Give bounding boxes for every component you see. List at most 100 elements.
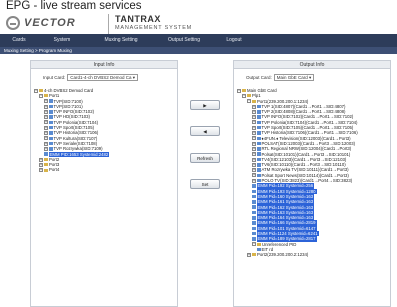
nav-logout[interactable]: Logout xyxy=(212,34,256,47)
service-icon xyxy=(257,110,261,114)
input-card-select-value: Card1-4-ch DVBS2 Demod Ca xyxy=(70,75,132,80)
app-header: VECTOR TANTRAX MANAGEMENT SYSTEM xyxy=(0,14,397,34)
service-icon xyxy=(252,205,256,209)
brand-title: TANTRAX xyxy=(115,14,161,24)
expand-icon[interactable]: + xyxy=(44,104,48,109)
breadcrumb: Muxing Setting > Program Muxing xyxy=(0,47,397,54)
brand-subtitle: MANAGEMENT SYSTEM xyxy=(115,25,193,31)
expand-icon[interactable]: + xyxy=(39,168,43,173)
main-nav: Cards System Muxing Setting Output Setti… xyxy=(0,34,397,47)
logo-icon xyxy=(6,16,20,30)
service-icon xyxy=(257,147,261,151)
expand-icon[interactable]: + xyxy=(252,115,256,120)
expand-icon[interactable]: + xyxy=(44,109,48,114)
nav-output-setting[interactable]: Output Setting xyxy=(156,34,212,47)
service-icon xyxy=(252,184,256,188)
tree-node[interactable]: + Port4 xyxy=(34,167,109,172)
input-panel-title: Input Info xyxy=(31,61,177,69)
expand-icon[interactable]: + xyxy=(39,157,43,162)
expand-icon[interactable]: + xyxy=(252,120,256,125)
expand-icon[interactable]: + xyxy=(252,178,256,183)
collapse-icon[interactable]: − xyxy=(247,99,251,104)
expand-icon[interactable]: + xyxy=(252,162,256,167)
expand-icon[interactable]: + xyxy=(44,131,48,136)
expand-icon[interactable]: + xyxy=(44,146,48,151)
page-caption: EPG - live stream services xyxy=(6,0,142,12)
expand-icon[interactable]: + xyxy=(44,120,48,125)
collapse-icon[interactable]: − xyxy=(34,88,38,93)
output-tree: − Main GbE Card − Plp1− Port1(239.200.200.1:… xyxy=(237,88,358,258)
expand-icon[interactable]: + xyxy=(44,141,48,146)
expand-icon[interactable]: + xyxy=(44,115,48,120)
refresh-button[interactable]: Refresh xyxy=(190,153,220,163)
service-icon xyxy=(257,125,261,130)
set-button[interactable]: Set xyxy=(190,179,220,189)
folder-icon xyxy=(44,163,48,167)
service-icon xyxy=(49,141,53,146)
expand-icon[interactable]: + xyxy=(252,136,256,141)
folder-icon xyxy=(257,242,261,246)
service-icon xyxy=(49,99,53,103)
expand-icon[interactable]: + xyxy=(44,136,48,141)
service-icon xyxy=(252,237,256,241)
expand-icon[interactable]: + xyxy=(252,141,256,146)
tree-node[interactable]: + Port2(239.200.200.2:1234) xyxy=(237,252,358,257)
expand-icon[interactable]: + xyxy=(252,104,256,109)
expand-icon[interactable]: + xyxy=(252,109,256,114)
service-icon xyxy=(252,189,256,194)
collapse-icon[interactable]: − xyxy=(242,93,246,98)
service-icon xyxy=(49,125,53,130)
tree-node-label: Port4 xyxy=(49,167,60,173)
service-icon xyxy=(257,115,261,119)
folder-icon xyxy=(252,253,256,257)
expand-icon[interactable]: + xyxy=(252,131,256,136)
expand-icon[interactable]: + xyxy=(252,168,256,173)
folder-icon xyxy=(247,94,251,98)
service-icon xyxy=(257,178,261,183)
service-icon xyxy=(49,120,53,125)
service-icon xyxy=(257,173,261,178)
output-card-select-value: Main GbE Card xyxy=(276,75,308,80)
input-panel: Input Info Input Card: Card1-4-ch DVBS2 … xyxy=(30,60,178,307)
expand-icon[interactable]: + xyxy=(44,125,48,130)
input-card-select[interactable]: Card1-4-ch DVBS2 Demod Ca ▾ xyxy=(67,74,139,81)
service-icon xyxy=(49,110,53,114)
vector-logo: VECTOR xyxy=(6,16,76,30)
folder-icon xyxy=(252,99,256,103)
service-icon xyxy=(252,231,256,236)
expand-icon[interactable]: + xyxy=(252,125,256,130)
service-icon xyxy=(252,194,256,199)
output-card-select[interactable]: Main GbE Card ▾ xyxy=(273,74,315,81)
service-icon xyxy=(252,200,256,204)
service-icon xyxy=(257,131,261,135)
move-left-button[interactable]: ◀ xyxy=(190,126,220,136)
tree-node-label: Port2(239.200.200.2:1234) xyxy=(257,252,309,258)
folder-icon xyxy=(39,89,43,93)
nav-cards[interactable]: Cards xyxy=(0,34,38,47)
output-panel-title: Output Info xyxy=(234,61,390,69)
service-icon xyxy=(49,147,53,151)
expand-icon[interactable]: + xyxy=(247,252,251,257)
expand-icon[interactable]: + xyxy=(252,157,256,162)
expand-icon[interactable]: + xyxy=(252,146,256,151)
collapse-icon[interactable]: − xyxy=(39,93,43,98)
input-card-row: Input Card: Card1-4-ch DVBS2 Demod Ca ▾ xyxy=(43,74,139,81)
expand-icon[interactable]: + xyxy=(252,173,256,178)
service-icon xyxy=(49,104,53,109)
move-right-button[interactable]: ▶ xyxy=(190,100,220,110)
expand-icon[interactable]: + xyxy=(252,152,256,157)
service-icon xyxy=(49,131,53,135)
collapse-icon[interactable]: − xyxy=(237,88,241,93)
folder-icon xyxy=(44,168,48,172)
output-panel: Output Info Output Card: Main GbE Card ▾… xyxy=(233,60,391,307)
input-card-label: Input Card: xyxy=(43,75,66,80)
nav-system[interactable]: System xyxy=(38,34,86,47)
folder-icon xyxy=(44,94,48,98)
collapse-icon[interactable]: − xyxy=(252,242,256,247)
expand-icon[interactable]: + xyxy=(44,99,48,104)
service-icon xyxy=(44,152,48,156)
output-card-row: Output Card: Main GbE Card ▾ xyxy=(246,74,315,81)
expand-icon[interactable]: + xyxy=(39,162,43,167)
nav-muxing-setting[interactable]: Muxing Setting xyxy=(86,34,156,47)
brand: TANTRAX MANAGEMENT SYSTEM xyxy=(108,14,192,34)
